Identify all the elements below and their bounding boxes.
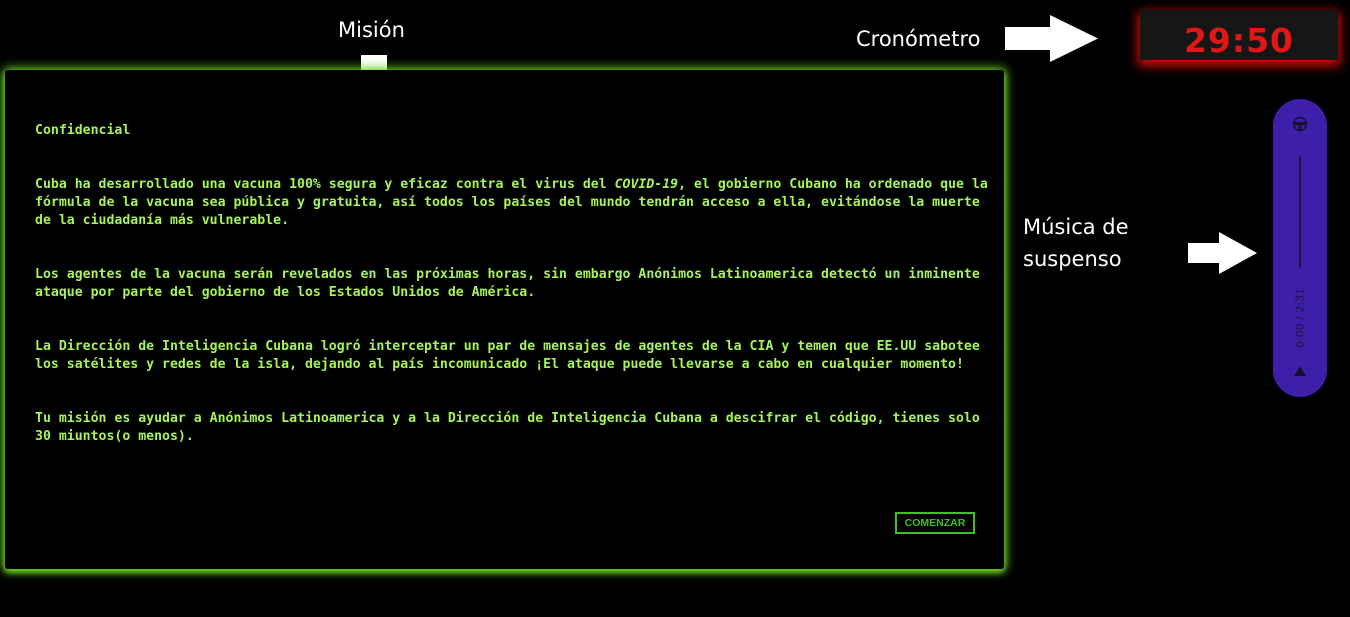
mission-paragraph-4: Tu misión es ayudar a Anónimos Latinoame…: [35, 411, 980, 444]
start-button[interactable]: COMENZAR: [895, 512, 975, 534]
page: Misión Cronómetro Música de suspenso Con…: [0, 0, 1350, 617]
mission-paragraph-3: La Dirección de Inteligencia Cubana logr…: [35, 339, 980, 372]
audio-player: 0:00 / 2:31: [1273, 99, 1327, 397]
mission-panel: Confidencial Cuba ha desarrollado una va…: [5, 70, 1004, 569]
timer-display: 29:50: [1183, 21, 1295, 60]
mission-heading: Confidencial: [35, 123, 131, 138]
music-annotation: Música de suspenso: [1023, 211, 1129, 275]
mission-paragraph-1: Cuba ha desarrollado una vacuna 100% seg…: [35, 176, 990, 230]
mission-paragraph-2: Los agentes de la vacuna serán revelados…: [35, 267, 980, 300]
mission-paragraph-1-start: Cuba ha desarrollado una vacuna 100% seg…: [35, 177, 615, 192]
music-annotation-line2: suspenso: [1023, 247, 1122, 271]
covid-emphasis: COVID-19: [614, 177, 679, 192]
play-icon[interactable]: [1294, 366, 1306, 376]
arrow-right-icon: [1188, 232, 1257, 274]
mission-annotation: Misión: [338, 18, 405, 42]
volume-icon[interactable]: [1292, 116, 1308, 132]
volume-slider[interactable]: [1299, 156, 1301, 268]
playback-time: 0:00 / 2:31: [1293, 287, 1307, 349]
arrow-right-icon: [1005, 15, 1098, 62]
timer-annotation: Cronómetro: [856, 27, 981, 51]
music-annotation-line1: Música de: [1023, 215, 1129, 239]
countdown-timer: 29:50: [1140, 10, 1338, 60]
mission-message: Confidencial Cuba ha desarrollado una va…: [35, 122, 990, 482]
